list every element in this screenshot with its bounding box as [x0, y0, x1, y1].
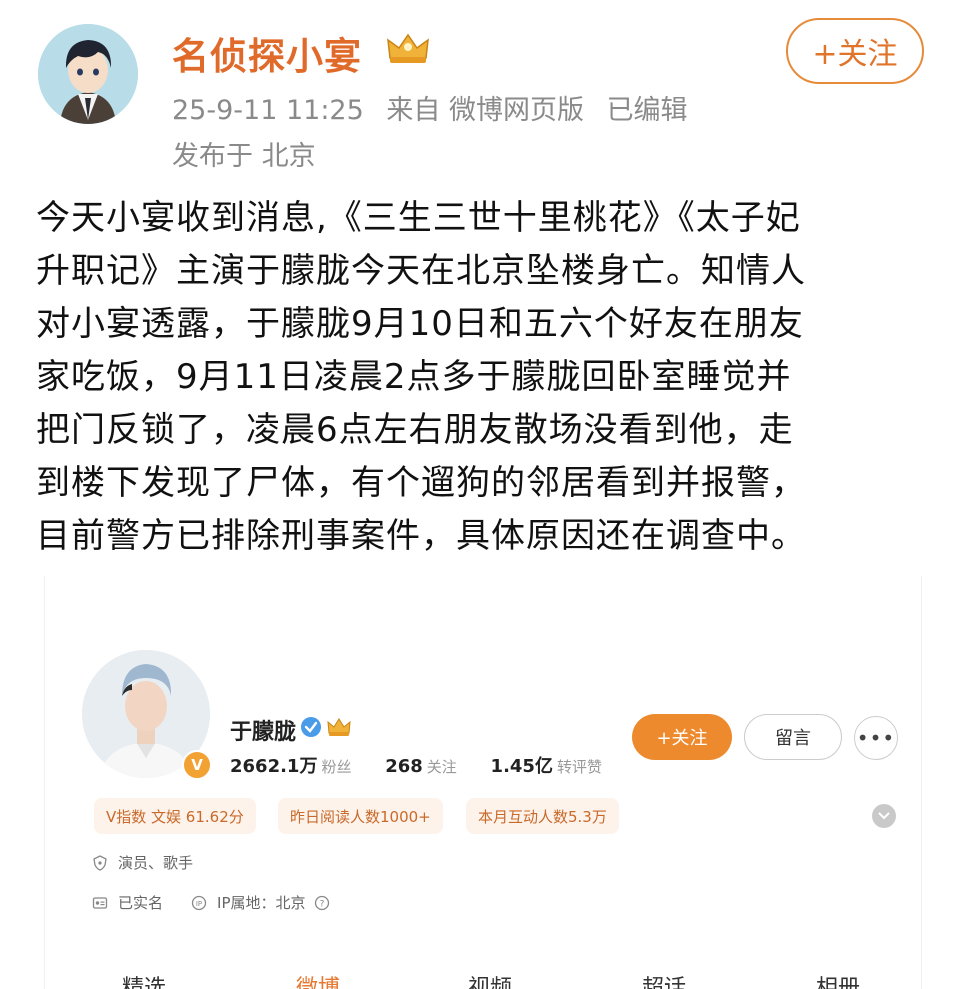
- ip-location-icon: IP: [191, 895, 207, 910]
- shield-icon: [93, 854, 107, 871]
- more-options-button[interactable]: •••: [854, 716, 898, 760]
- occupation-row: 演员、歌手: [92, 852, 193, 873]
- stat-following[interactable]: 268 关注: [385, 756, 457, 777]
- tab-supertopic[interactable]: 超话: [642, 970, 686, 989]
- post-meta: 25-9-11 11:25 来自 微博网页版 已编辑: [172, 88, 702, 127]
- stat-value: 2662.1万: [230, 756, 318, 777]
- identity-row: 已实名 IP IP属地：北京 ?: [92, 892, 340, 913]
- tab-video[interactable]: 视频: [468, 970, 512, 989]
- profile-name[interactable]: 于朦胧: [230, 714, 296, 746]
- post-text: 今天小宴收到消息,《三生三世十里桃花》《太子妃 升职记》主演于朦胧今天在北京坠楼…: [36, 198, 806, 556]
- author-name[interactable]: 名侦探小宴: [172, 26, 362, 80]
- crown-badge-icon: [387, 33, 429, 63]
- avatar-illustration: [38, 24, 138, 124]
- stat-label: 关注: [426, 758, 457, 776]
- post-header: 名侦探小宴 25-9-11 11:25 来自 微博网页版 已编辑 发布于 北京 …: [0, 0, 960, 180]
- tag-v-index[interactable]: V指数 文娱 61.62分: [94, 798, 256, 834]
- tab-weibo[interactable]: 微博: [296, 970, 340, 989]
- verified-v-badge-icon: V: [182, 750, 212, 780]
- post-location: 发布于 北京: [172, 141, 316, 172]
- follow-button[interactable]: +关注: [786, 18, 924, 84]
- verified-check-icon: [301, 717, 321, 737]
- ip-location-text: IP属地：北京: [217, 894, 306, 912]
- expand-chevron-icon[interactable]: [872, 804, 896, 828]
- stat-likes: 1.45亿 转评赞: [491, 752, 602, 778]
- post-source: 来自 微博网页版: [386, 95, 584, 126]
- tag-daily-readers[interactable]: 昨日阅读人数1000+: [278, 798, 443, 834]
- occupation-text: 演员、歌手: [118, 854, 194, 872]
- crown-badge-small-icon: [327, 718, 351, 736]
- profile-card: [44, 576, 922, 989]
- stat-value: 1.45亿: [490, 756, 553, 777]
- tab-album[interactable]: 相册: [816, 970, 860, 989]
- help-icon[interactable]: ?: [314, 895, 330, 911]
- chevron-down-icon: [878, 812, 890, 820]
- profile-follow-button[interactable]: +关注: [632, 714, 732, 760]
- id-card-icon: [92, 896, 108, 909]
- post-timestamp: 25-9-11 11:25: [172, 95, 364, 126]
- stat-label: 转评赞: [556, 758, 602, 776]
- profile-stats: 2662.1万 粉丝 268 关注 1.45亿 转评赞: [230, 752, 630, 778]
- tab-featured[interactable]: 精选: [122, 970, 166, 989]
- stat-label: 粉丝: [321, 758, 352, 776]
- svg-text:?: ?: [319, 899, 324, 909]
- profile-tabs: 精选 微博 视频 超话 相册: [44, 970, 920, 989]
- message-button[interactable]: 留言: [744, 714, 842, 760]
- verified-name-text: 已实名: [118, 894, 164, 912]
- svg-text:IP: IP: [196, 900, 202, 908]
- author-avatar[interactable]: [38, 24, 138, 124]
- stat-value: 268: [385, 756, 423, 777]
- tag-monthly-interactions[interactable]: 本月互动人数5.3万: [466, 798, 619, 834]
- stat-followers[interactable]: 2662.1万 粉丝: [230, 752, 351, 778]
- post-edited[interactable]: 已编辑: [607, 95, 688, 126]
